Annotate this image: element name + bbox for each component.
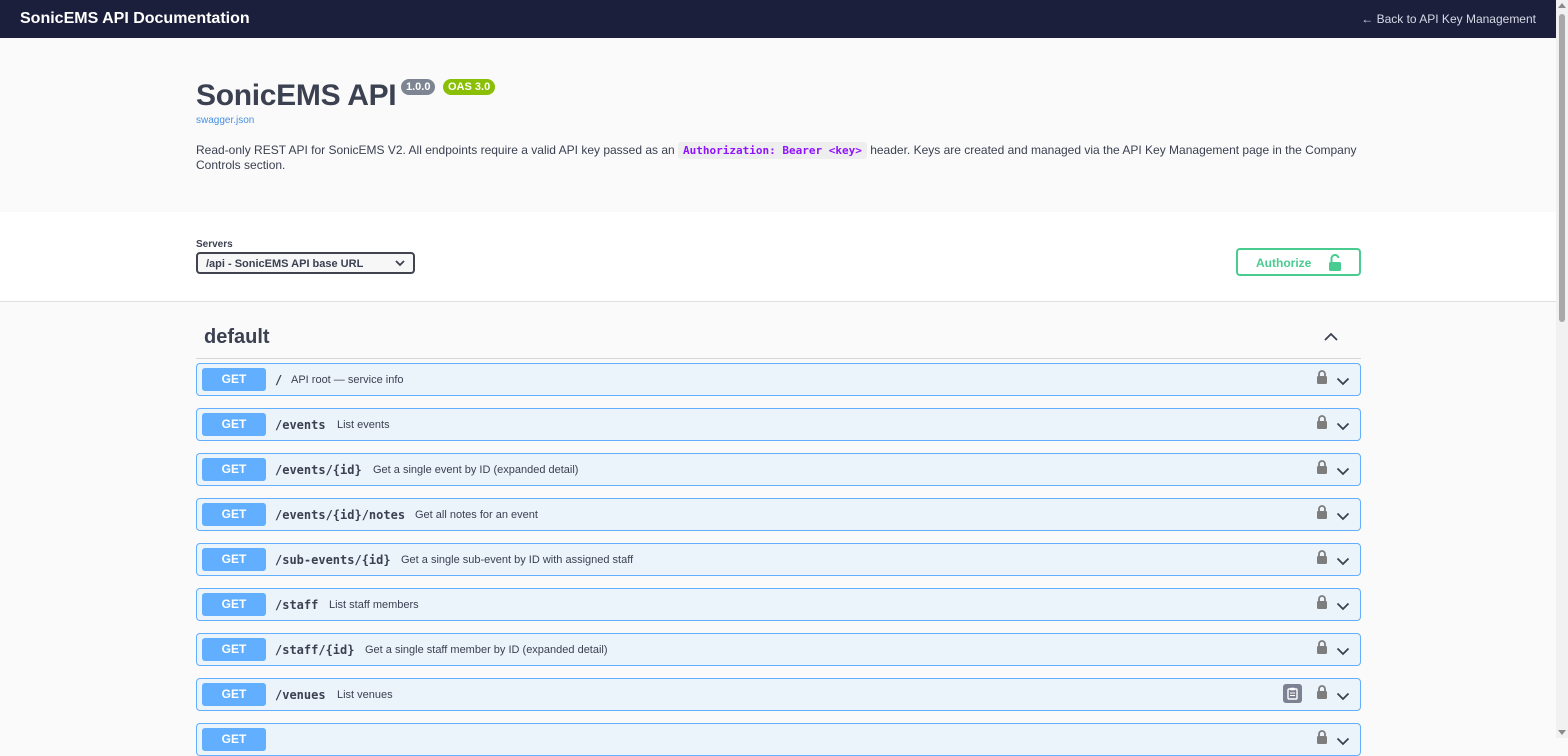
lock-icon[interactable]: [1316, 505, 1328, 525]
tag-default[interactable]: default: [196, 320, 1361, 359]
http-method-badge: GET: [202, 413, 266, 436]
operation-row[interactable]: GET/staff/{id} Get a single staff member …: [196, 633, 1361, 666]
chevron-down-icon[interactable]: [1336, 418, 1350, 436]
version-badge: 1.0.0: [401, 79, 436, 95]
endpoint-summary: Get a single sub-event by ID with assign…: [401, 554, 634, 566]
oas-badge: OAS 3.0: [443, 79, 496, 95]
lock-icon[interactable]: [1316, 550, 1328, 570]
lock-icon[interactable]: [1316, 595, 1328, 615]
endpoint-path: /: [275, 373, 283, 387]
chevron-up-icon[interactable]: [1323, 330, 1339, 342]
lock-icon[interactable]: [1316, 460, 1328, 480]
operation-row[interactable]: GET/sub-events/{id} Get a single sub-even…: [196, 543, 1361, 576]
chevron-down-icon: [395, 260, 405, 267]
endpoint-path: /events/{id}: [275, 463, 362, 477]
authorize-button[interactable]: Authorize: [1236, 248, 1361, 276]
api-title: SonicEMS API: [196, 79, 397, 112]
lock-icon[interactable]: [1316, 415, 1328, 435]
chevron-down-icon[interactable]: [1336, 643, 1350, 661]
top-bar: SonicEMS API Documentation ← Back to API…: [0, 0, 1556, 38]
endpoint-path: /events: [275, 418, 326, 432]
endpoint-summary: Get all notes for an event: [415, 509, 538, 521]
operation-row[interactable]: GET/venues List venues: [196, 678, 1361, 711]
spec-link[interactable]: swagger.json: [196, 115, 254, 126]
operation-row[interactable]: GET/events/{id}/notes Get all notes for a…: [196, 498, 1361, 531]
auth-header-code: Authorization: Bearer <key>: [678, 142, 867, 159]
endpoint-path: /sub-events/{id}: [275, 553, 391, 567]
endpoint-summary: API root — service info: [291, 374, 404, 386]
endpoint-summary: List staff members: [329, 599, 419, 611]
lock-icon[interactable]: [1316, 730, 1328, 750]
chevron-down-icon[interactable]: [1336, 553, 1350, 571]
endpoint-summary: List venues: [337, 689, 393, 701]
servers-label: Servers: [196, 239, 233, 250]
endpoint-summary: List events: [337, 419, 390, 431]
endpoint-path: /staff/{id}: [275, 643, 355, 657]
api-info: SonicEMS API 1.0.0 OAS 3.0 swagger.json …: [0, 38, 1556, 212]
authorize-label: Authorize: [1256, 256, 1312, 270]
chevron-down-icon[interactable]: [1336, 598, 1350, 616]
operation-row[interactable]: GET/staff List staff members: [196, 588, 1361, 621]
operation-row[interactable]: GET / API root — service info: [196, 363, 1361, 396]
servers-section: Servers /api - SonicEMS API base URL Aut…: [0, 212, 1556, 302]
http-method-badge: GET: [202, 683, 266, 706]
chevron-down-icon[interactable]: [1336, 508, 1350, 526]
lock-icon[interactable]: [1316, 685, 1328, 705]
api-description: Read-only REST API for SonicEMS V2. All …: [196, 142, 1366, 173]
copy-to-clipboard-icon[interactable]: [1283, 684, 1302, 703]
scrollbar-thumb[interactable]: [1559, 14, 1565, 322]
chevron-down-icon[interactable]: [1336, 463, 1350, 481]
http-method-badge: GET: [202, 458, 266, 481]
server-select[interactable]: /api - SonicEMS API base URL: [196, 252, 415, 274]
app-title: SonicEMS API Documentation: [20, 10, 250, 27]
lock-icon[interactable]: [1316, 370, 1328, 390]
description-text: Read-only REST API for SonicEMS V2. All …: [196, 143, 679, 157]
chevron-down-icon[interactable]: [1336, 688, 1350, 706]
endpoint-path: /venues: [275, 688, 326, 702]
operation-row[interactable]: GET: [196, 723, 1361, 756]
http-method-badge: GET: [202, 503, 266, 526]
endpoint-path: /staff: [275, 598, 319, 612]
tag-title: default: [204, 326, 270, 348]
endpoint-summary: Get a single event by ID (expanded detai…: [373, 464, 579, 476]
lock-icon[interactable]: [1316, 640, 1328, 660]
operation-row[interactable]: GET/events List events: [196, 408, 1361, 441]
server-select-value: /api - SonicEMS API base URL: [206, 258, 364, 270]
http-method-badge: GET: [202, 368, 266, 391]
http-method-badge: GET: [202, 548, 266, 571]
unlock-icon: [1329, 254, 1341, 271]
http-method-badge: GET: [202, 728, 266, 751]
scrollbar[interactable]: [1556, 0, 1568, 738]
http-method-badge: GET: [202, 593, 266, 616]
back-to-api-key-management-link[interactable]: ← Back to API Key Management: [1361, 12, 1536, 26]
scroll-up-icon[interactable]: [1558, 3, 1566, 8]
scroll-down-icon[interactable]: [1558, 730, 1566, 735]
chevron-down-icon[interactable]: [1336, 373, 1350, 391]
endpoint-summary: Get a single staff member by ID (expande…: [365, 644, 608, 656]
operation-row[interactable]: GET/events/{id} Get a single event by ID …: [196, 453, 1361, 486]
http-method-badge: GET: [202, 638, 266, 661]
endpoint-path: /events/{id}/notes: [275, 508, 406, 522]
chevron-down-icon[interactable]: [1336, 733, 1350, 751]
